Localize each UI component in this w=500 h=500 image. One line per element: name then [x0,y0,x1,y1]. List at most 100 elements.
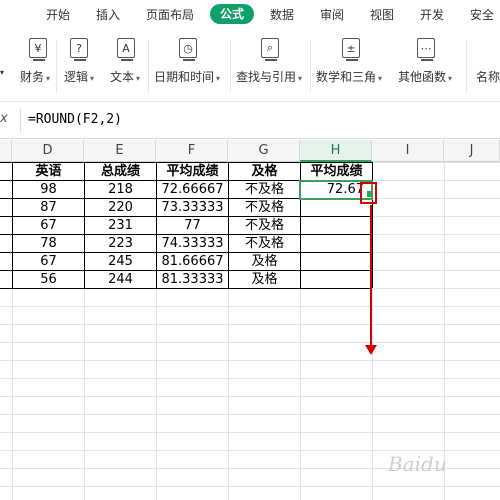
table-cell[interactable]: 231 [85,217,156,235]
table-cell[interactable]: 245 [85,253,156,271]
table-cell[interactable]: 98 [13,181,84,199]
table-cell[interactable]: 不及格 [229,181,300,199]
fx-label[interactable]: x [0,111,8,126]
table-cell[interactable] [301,217,372,235]
table-header[interactable]: 及格 [229,163,300,181]
column-header-j[interactable]: J [444,140,500,162]
logic-function-button[interactable]: ? 逻辑 ▾ [62,30,108,100]
fill-handle[interactable] [367,191,373,197]
divider [230,40,231,92]
column-header-i[interactable]: I [372,140,444,162]
table-cell[interactable]: 不及格 [229,235,300,253]
table-cell[interactable] [301,235,372,253]
tab-home[interactable]: 开始 [46,6,70,23]
drag-arrow-line [370,205,372,348]
divider [56,40,57,92]
chevron-down-icon: ▾ [298,74,303,83]
more-functions-button[interactable]: ⋯ 其他函数 ▾ [396,30,460,100]
gridline [0,360,500,361]
divider [148,40,149,92]
table-cell[interactable]: 77 [157,217,228,235]
column-header-d[interactable]: D [12,140,84,162]
table-cell[interactable]: 218 [85,181,156,199]
table-cell[interactable]: 及格 [229,253,300,271]
gridline [0,432,500,433]
chevron-down-icon: ▾ [90,74,95,83]
column-header-partial[interactable] [0,140,12,162]
name-manager-button[interactable]: 名称 [474,30,500,100]
divider [20,109,21,133]
gridline [0,396,500,397]
tab-insert[interactable]: 插入 [96,6,120,23]
table-cell[interactable]: 67 [13,217,84,235]
math-function-button[interactable]: ± 数学和三角 ▾ [314,30,394,100]
lookup-label: 查找与引用 [236,70,297,84]
formula-input[interactable]: =ROUND(F2,2) [28,112,122,127]
tab-review[interactable]: 审阅 [320,6,344,23]
table-cell[interactable]: 及格 [229,271,300,289]
table-cell[interactable]: 87 [13,199,84,217]
table-header[interactable]: 总成绩 [85,163,156,181]
more-label: 其他函数 [398,70,447,84]
table-cell[interactable]: 不及格 [229,199,300,217]
gridline [0,450,500,451]
table-cell[interactable]: 74.33333 [157,235,228,253]
clock-icon: ◷ [179,38,197,61]
gridline [0,342,500,343]
column-header-g[interactable]: G [228,140,300,162]
math-label: 数学和三角 [316,70,377,84]
table-cell[interactable]: 244 [85,271,156,289]
tab-page-layout[interactable]: 页面布局 [146,6,194,23]
text-icon: A [117,38,135,61]
finance-label: 财务 [20,70,45,84]
gridline [0,324,500,325]
chevron-down-icon: ▾ [136,74,141,83]
table-cell[interactable]: 78 [13,235,84,253]
table-cell[interactable]: 72.66667 [157,181,228,199]
gridline [0,378,500,379]
table-cell[interactable]: 不及格 [229,217,300,235]
arrow-down-icon [365,345,377,355]
math-icon: ± [342,38,360,61]
table-header[interactable]: 平均成绩 [301,163,372,181]
text-label: 文本 [110,70,135,84]
table-cell[interactable]: 67 [13,253,84,271]
ribbon-tab-bar: 开始 插入 页面布局 公式 数据 审阅 视图 开发 安全 [0,0,500,30]
tab-formulas[interactable]: 公式 [210,4,255,24]
chevron-down-icon: ▾ [378,74,383,83]
tab-security[interactable]: 安全 [470,6,494,23]
table-cell[interactable]: 81.66667 [157,253,228,271]
table-cell[interactable] [301,253,372,271]
divider [310,40,311,92]
lookup-icon: ⌕ [261,38,279,61]
tab-view[interactable]: 视图 [370,6,394,23]
table-cell[interactable]: 220 [85,199,156,217]
spreadsheet-grid: D E F G H I J 英语 总成绩 平均成绩 及格 平均成绩 98 218… [0,140,500,500]
finance-icon: ¥ [29,38,47,61]
table-cell[interactable]: 81.33333 [157,271,228,289]
table-cell[interactable]: 56 [13,271,84,289]
formula-bar: x =ROUND(F2,2) [0,103,500,139]
gridline [0,486,500,487]
lookup-function-button[interactable]: ⌕ 查找与引用 ▾ [234,30,314,100]
logic-label: 逻辑 [64,70,89,84]
date-time-function-button[interactable]: ◷ 日期和时间 ▾ [152,30,232,100]
gridline [0,414,500,415]
gridline [0,306,500,307]
tab-data[interactable]: 数据 [270,6,294,23]
column-header-e[interactable]: E [84,140,156,162]
table-header[interactable]: 英语 [13,163,84,181]
table-cell[interactable]: 73.33333 [157,199,228,217]
column-header-h[interactable]: H [300,140,372,162]
chevron-down-icon: ▾ [46,74,51,83]
date-time-label: 日期和时间 [154,70,215,84]
formula-ribbon: ▾ ¥ 财务 ▾ ? 逻辑 ▾ A 文本 ▾ ◷ 日期和时间 ▾ ⌕ 查找与引用 ▾ ± … [0,30,500,102]
table-cell[interactable]: 223 [85,235,156,253]
table-cell[interactable] [301,271,372,289]
divider [466,40,467,92]
tab-developer[interactable]: 开发 [420,6,444,23]
table-header[interactable]: 平均成绩 [157,163,228,181]
more-icon: ⋯ [417,38,435,61]
caret-icon[interactable]: ▾ [0,68,4,77]
column-header-f[interactable]: F [156,140,228,162]
